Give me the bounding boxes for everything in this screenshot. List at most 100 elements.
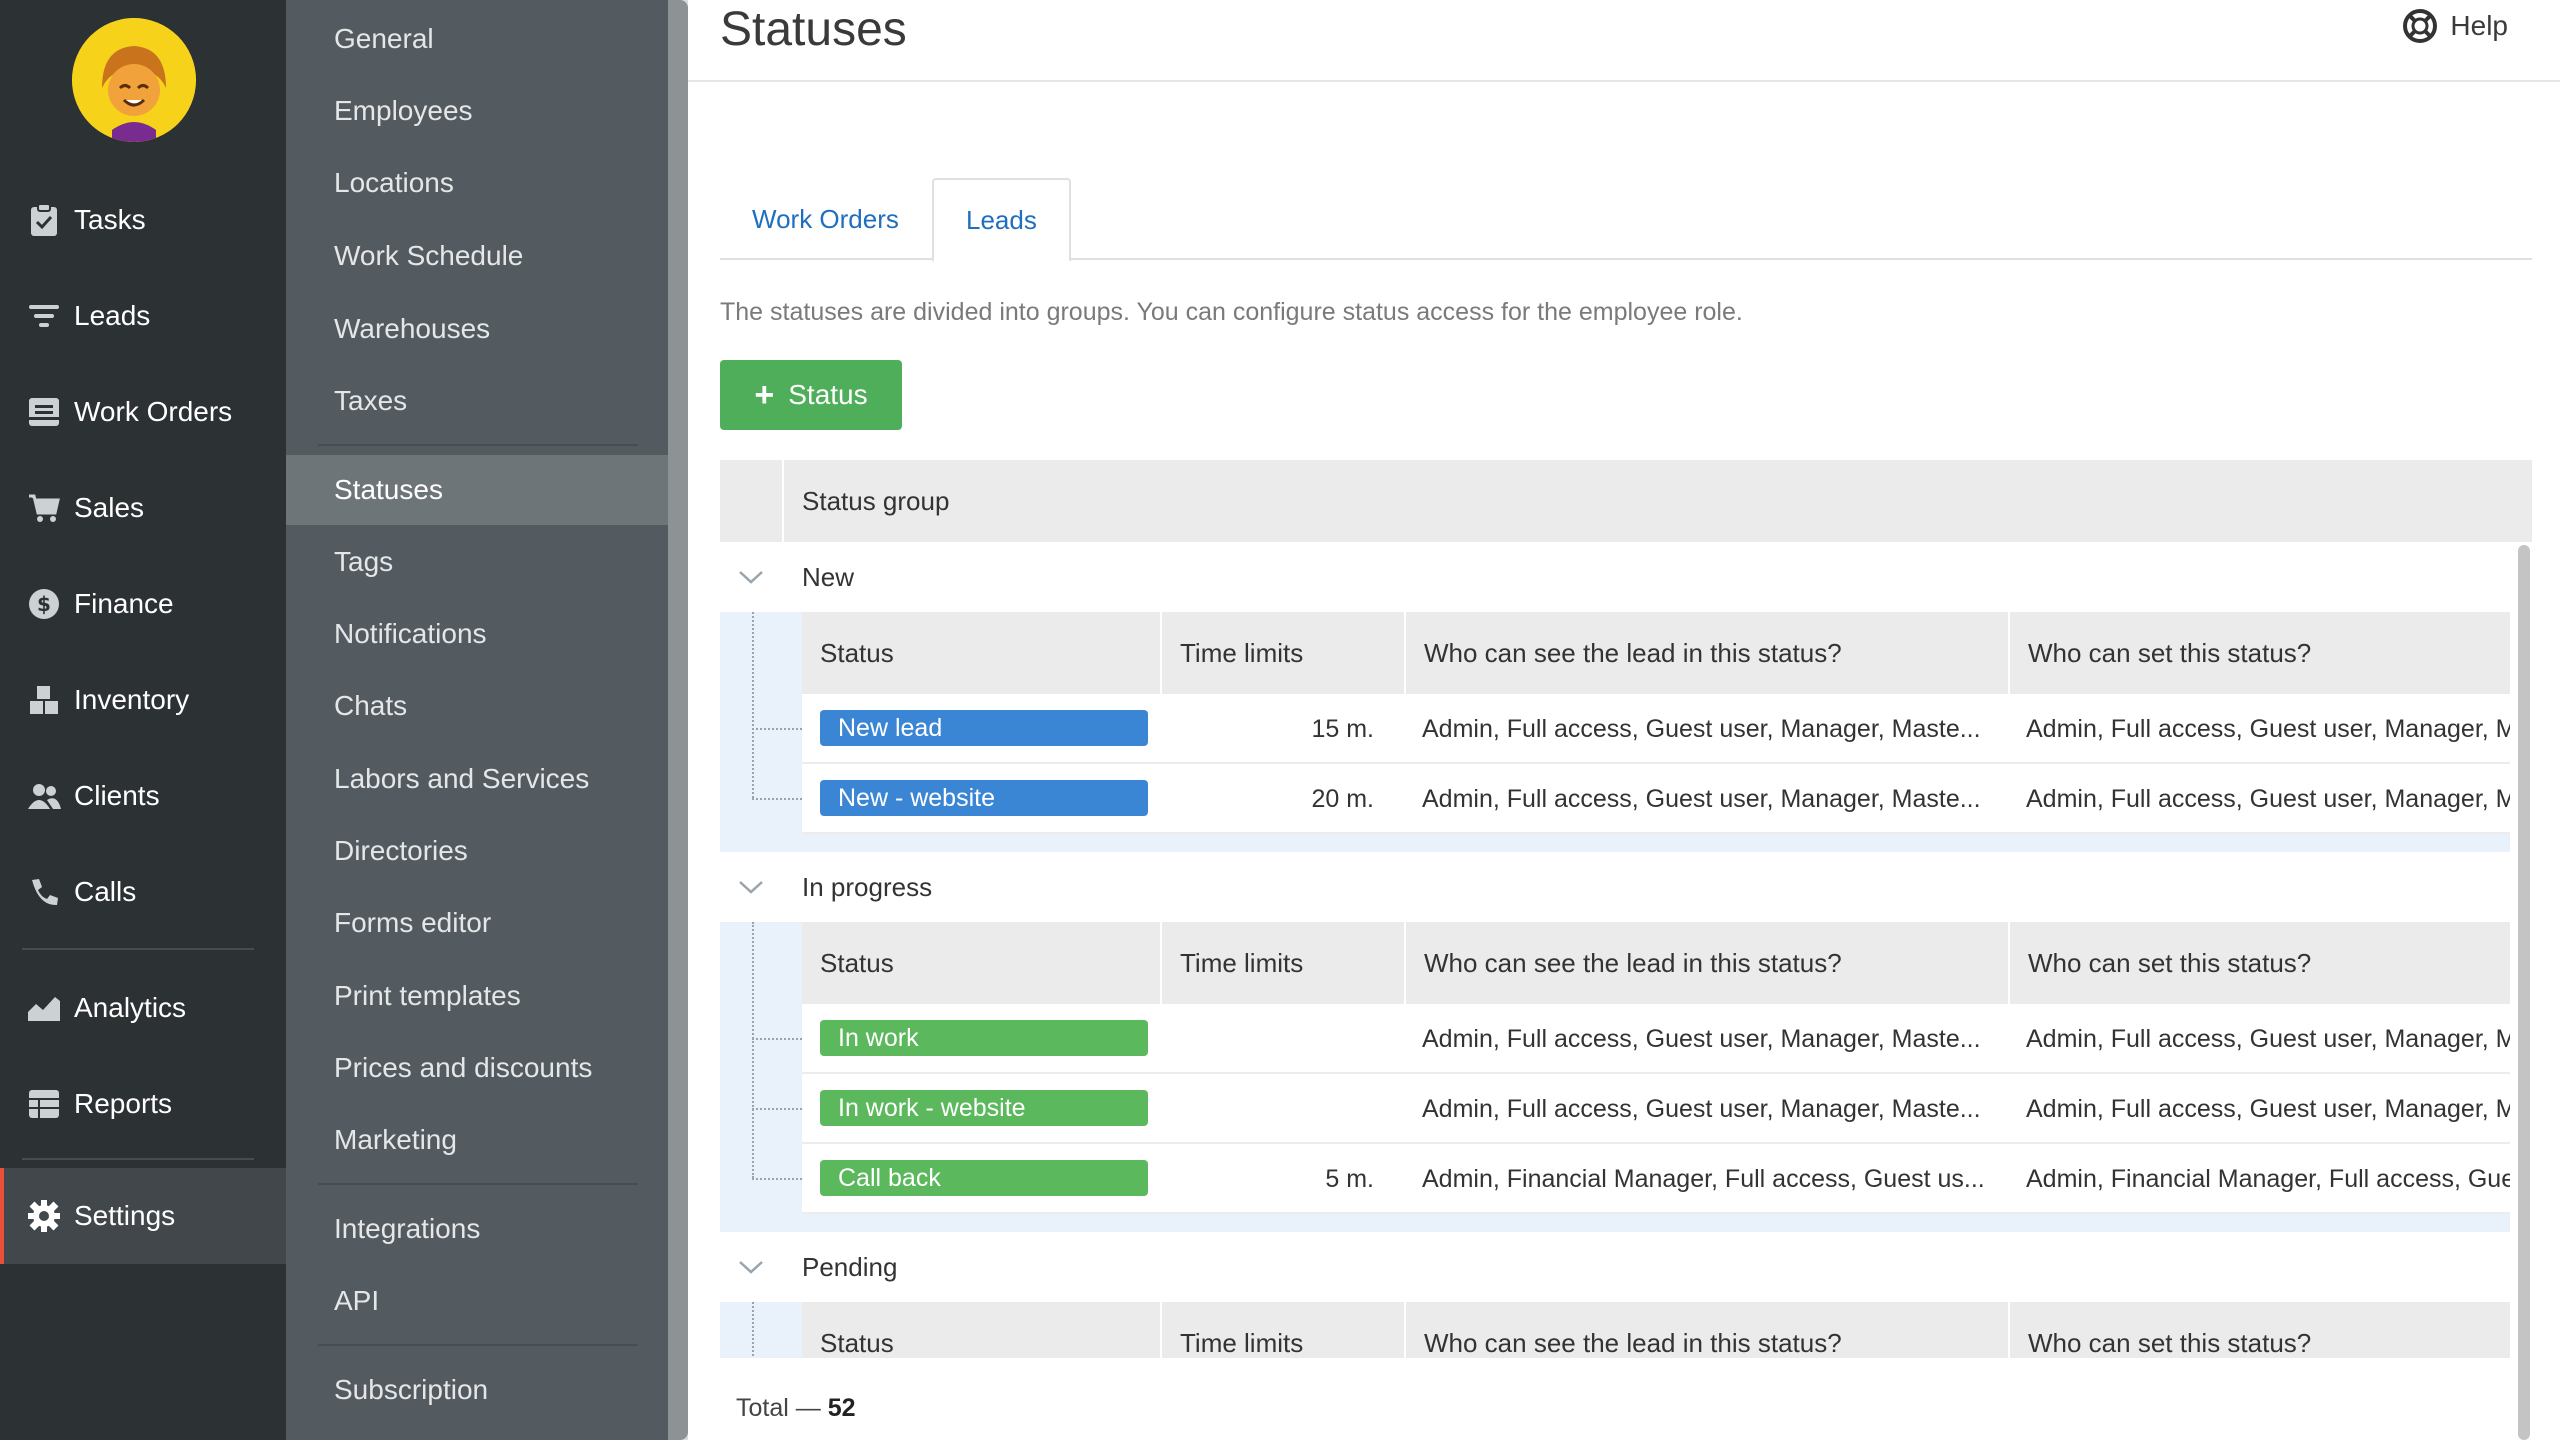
group-statuses-in-progress: Status Time limits Who can see the lead … — [720, 922, 2510, 1232]
status-row[interactable]: New - website 20 m. Admin, Full access, … — [802, 764, 2510, 834]
table-header: Status group — [720, 460, 2532, 542]
users-icon — [22, 774, 66, 818]
visible-to-roles: Admin, Full access, Guest user, Manager,… — [1422, 1024, 1981, 1053]
status-groups-table: Status group New Status Time limits Who … — [720, 460, 2532, 1358]
column-header-who-can-see: Who can see the lead in this status? — [1406, 612, 2010, 694]
settings-item-marketing[interactable]: Marketing — [286, 1105, 668, 1175]
status-row[interactable]: Call back 5 m. Admin, Financial Manager,… — [802, 1144, 2510, 1214]
time-limit: 20 m. — [1311, 784, 1374, 813]
chevron-down-icon[interactable] — [736, 562, 766, 592]
settings-item-chats[interactable]: Chats — [286, 671, 668, 741]
group-name: New — [802, 561, 855, 592]
settings-item-forms-editor[interactable]: Forms editor — [286, 888, 668, 958]
status-badge[interactable]: In work - website — [820, 1090, 1148, 1126]
group-name: In progress — [802, 871, 933, 902]
tab-bar: Work Orders Leads — [720, 178, 2532, 262]
chevron-down-icon[interactable] — [736, 1252, 766, 1282]
settings-item-notifications[interactable]: Notifications — [286, 599, 668, 669]
settings-item-api[interactable]: API — [286, 1266, 668, 1336]
tree-line — [752, 1108, 802, 1110]
nav-item-analytics[interactable]: Analytics — [0, 960, 286, 1056]
nav-item-clients[interactable]: Clients — [0, 748, 286, 844]
column-header-who-can-see: Who can see the lead in this status? — [1406, 922, 2010, 1004]
top-bar: Statuses Help — [688, 0, 2560, 82]
column-header-who-can-set: Who can set this status? — [2028, 947, 2312, 978]
tab-leads[interactable]: Leads — [932, 178, 1071, 262]
column-header-status: Status — [802, 612, 1162, 694]
settings-item-locations[interactable]: Locations — [286, 148, 668, 218]
settings-item-employees[interactable]: Employees — [286, 76, 668, 146]
nav-divider — [22, 1158, 254, 1160]
visible-to-roles: Admin, Financial Manager, Full access, G… — [1422, 1164, 1985, 1193]
settings-item-subscription[interactable]: Subscription — [286, 1355, 668, 1425]
nav-item-inventory[interactable]: Inventory — [0, 652, 286, 748]
settings-item-directories[interactable]: Directories — [286, 816, 668, 886]
clipboard-icon — [22, 198, 66, 242]
settings-item-integrations[interactable]: Integrations — [286, 1194, 668, 1264]
boxes-icon — [22, 678, 66, 722]
settable-by-roles: Admin, Full access, Guest user, Manager,… — [2026, 1024, 2510, 1053]
nav-item-label: Analytics — [74, 992, 187, 1023]
status-badge[interactable]: Call back — [820, 1160, 1148, 1196]
nav-item-finance[interactable]: $ Finance — [0, 556, 286, 652]
nav-item-tasks[interactable]: Tasks — [0, 172, 286, 268]
column-header-time-limits: Time limits — [1162, 612, 1406, 694]
table-scrollbar[interactable] — [2518, 545, 2530, 1440]
nav-item-label: Calls — [74, 876, 137, 907]
sidebar-scrollbar[interactable] — [668, 0, 688, 1440]
nav-item-leads[interactable]: Leads — [0, 268, 286, 364]
nav-item-reports[interactable]: Reports — [0, 1056, 286, 1152]
settings-item-prices-and-discounts[interactable]: Prices and discounts — [286, 1033, 668, 1103]
gear-icon — [22, 1194, 66, 1238]
settable-by-roles: Admin, Full access, Guest user, Manager,… — [2026, 784, 2510, 813]
settings-item-general[interactable]: General — [286, 4, 668, 74]
page-description: The statuses are divided into groups. Yo… — [720, 298, 1743, 326]
column-header-status-group: Status group — [802, 485, 950, 516]
tree-line — [752, 612, 754, 798]
nav-item-label: Inventory — [74, 684, 190, 715]
time-limit — [1162, 1004, 1392, 1074]
nav-item-sales[interactable]: Sales — [0, 460, 286, 556]
settings-item-work-schedule[interactable]: Work Schedule — [286, 221, 668, 291]
column-header-status: Status — [802, 1302, 1162, 1358]
settings-item-labors-and-services[interactable]: Labors and Services — [286, 744, 668, 814]
time-limit — [1162, 1074, 1392, 1144]
settings-item-tags[interactable]: Tags — [286, 527, 668, 597]
help-label: Help — [2450, 10, 2508, 41]
nav-item-label: Tasks — [74, 204, 146, 235]
inner-table-header: Status Time limits Who can see the lead … — [802, 922, 2510, 1004]
chevron-down-icon[interactable] — [736, 872, 766, 902]
add-status-button[interactable]: + Status — [720, 360, 902, 430]
avatar[interactable] — [72, 18, 196, 142]
status-row[interactable]: In work Admin, Full access, Guest user, … — [802, 1004, 2510, 1074]
nav-item-work-orders[interactable]: Work Orders — [0, 364, 286, 460]
settings-item-warehouses[interactable]: Warehouses — [286, 294, 668, 364]
report-icon — [22, 1082, 66, 1126]
work-order-icon — [22, 390, 66, 434]
nav-item-label: Leads — [74, 300, 151, 331]
total-value: 52 — [827, 1394, 856, 1422]
tab-work-orders[interactable]: Work Orders — [720, 178, 931, 260]
column-header-status: Status — [802, 922, 1162, 1004]
settings-item-taxes[interactable]: Taxes — [286, 366, 668, 436]
nav-item-calls[interactable]: Calls — [0, 844, 286, 940]
status-badge[interactable]: New lead — [820, 710, 1148, 746]
tree-line — [752, 1178, 802, 1180]
group-statuses-pending: Status Time limits Who can see the lead … — [720, 1302, 2510, 1358]
status-badge[interactable]: New - website — [820, 780, 1148, 816]
nav-divider — [22, 948, 254, 950]
settings-item-print-templates[interactable]: Print templates — [286, 961, 668, 1031]
status-row[interactable]: In work - website Admin, Full access, Gu… — [802, 1074, 2510, 1144]
group-name: Pending — [802, 1251, 898, 1282]
status-badge[interactable]: In work — [820, 1020, 1148, 1056]
cart-icon — [22, 486, 66, 530]
help-button[interactable]: Help — [2402, 8, 2508, 44]
tree-line — [752, 1302, 754, 1358]
chart-icon — [22, 986, 66, 1030]
settable-by-roles: Admin, Full access, Guest user, Manager,… — [2026, 1094, 2510, 1123]
settings-item-statuses[interactable]: Statuses — [286, 455, 668, 525]
nav-item-settings[interactable]: Settings — [0, 1168, 286, 1264]
status-row[interactable]: New lead 15 m. Admin, Full access, Guest… — [802, 694, 2510, 764]
tree-line — [752, 922, 754, 1178]
funnel-icon — [22, 294, 66, 338]
